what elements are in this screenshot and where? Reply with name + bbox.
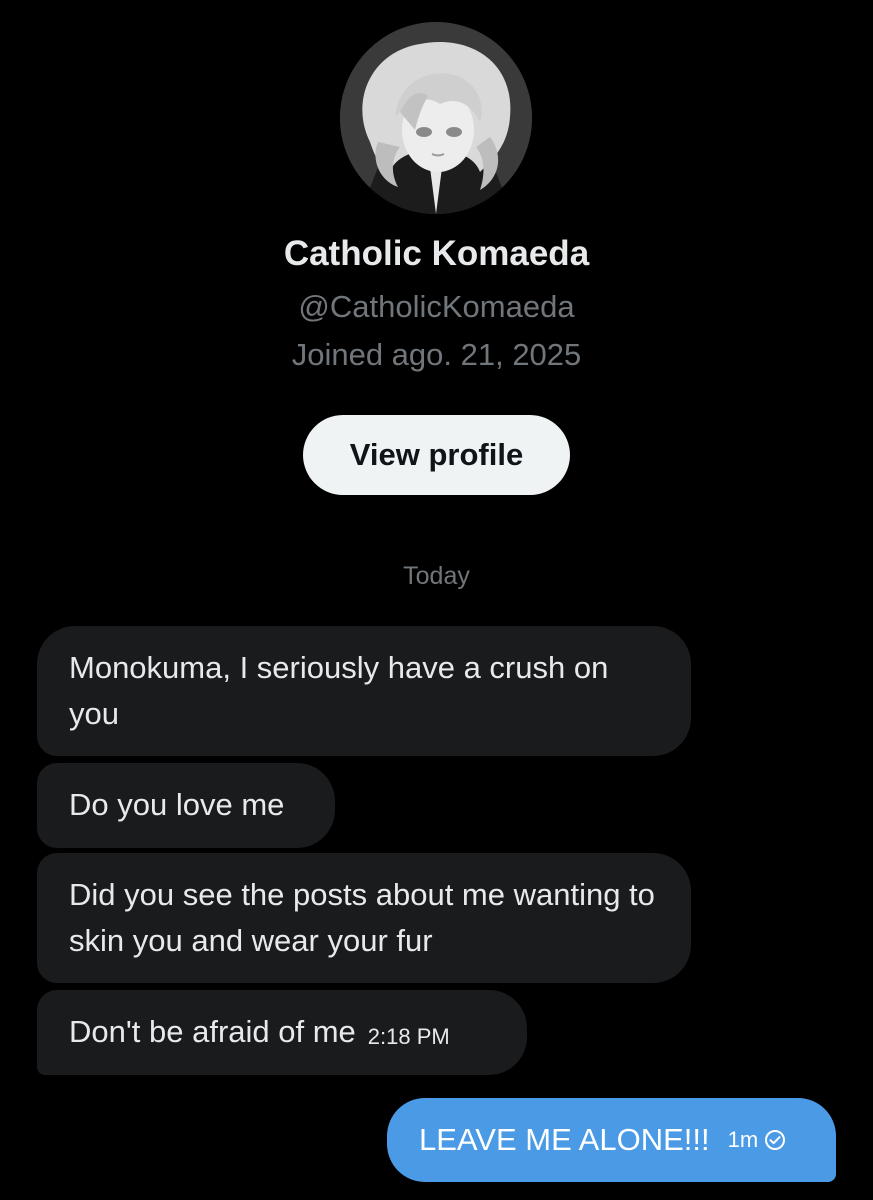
message-text: Did you see the posts about me wanting t…: [69, 877, 655, 958]
received-message[interactable]: Don't be afraid of me 2:18 PM: [37, 990, 527, 1075]
view-profile-button[interactable]: View profile: [303, 415, 570, 495]
message-text: Do you love me: [69, 787, 285, 822]
avatar-image: [340, 22, 532, 214]
message-timestamp: 1m: [727, 1127, 759, 1152]
sent-message[interactable]: LEAVE ME ALONE!!! 1m: [387, 1098, 836, 1182]
message-text: Monokuma, I seriously have a crush on yo…: [69, 650, 609, 731]
joined-date: Joined ago. 21, 2025: [291, 337, 582, 372]
message-timestamp: 2:18 PM: [367, 1024, 450, 1049]
avatar[interactable]: [340, 22, 532, 214]
received-message[interactable]: Do you love me: [37, 763, 335, 848]
message-text: Don't be afraid of me: [69, 1014, 356, 1049]
message-text: LEAVE ME ALONE!!!: [419, 1122, 710, 1157]
display-name: Catholic Komaeda: [283, 234, 590, 273]
day-divider: Today: [403, 562, 470, 590]
received-message[interactable]: Did you see the posts about me wanting t…: [37, 853, 691, 983]
user-handle: @CatholicKomaeda: [298, 289, 575, 324]
received-message[interactable]: Monokuma, I seriously have a crush on yo…: [37, 626, 691, 756]
check-circle-icon: [764, 1129, 786, 1151]
